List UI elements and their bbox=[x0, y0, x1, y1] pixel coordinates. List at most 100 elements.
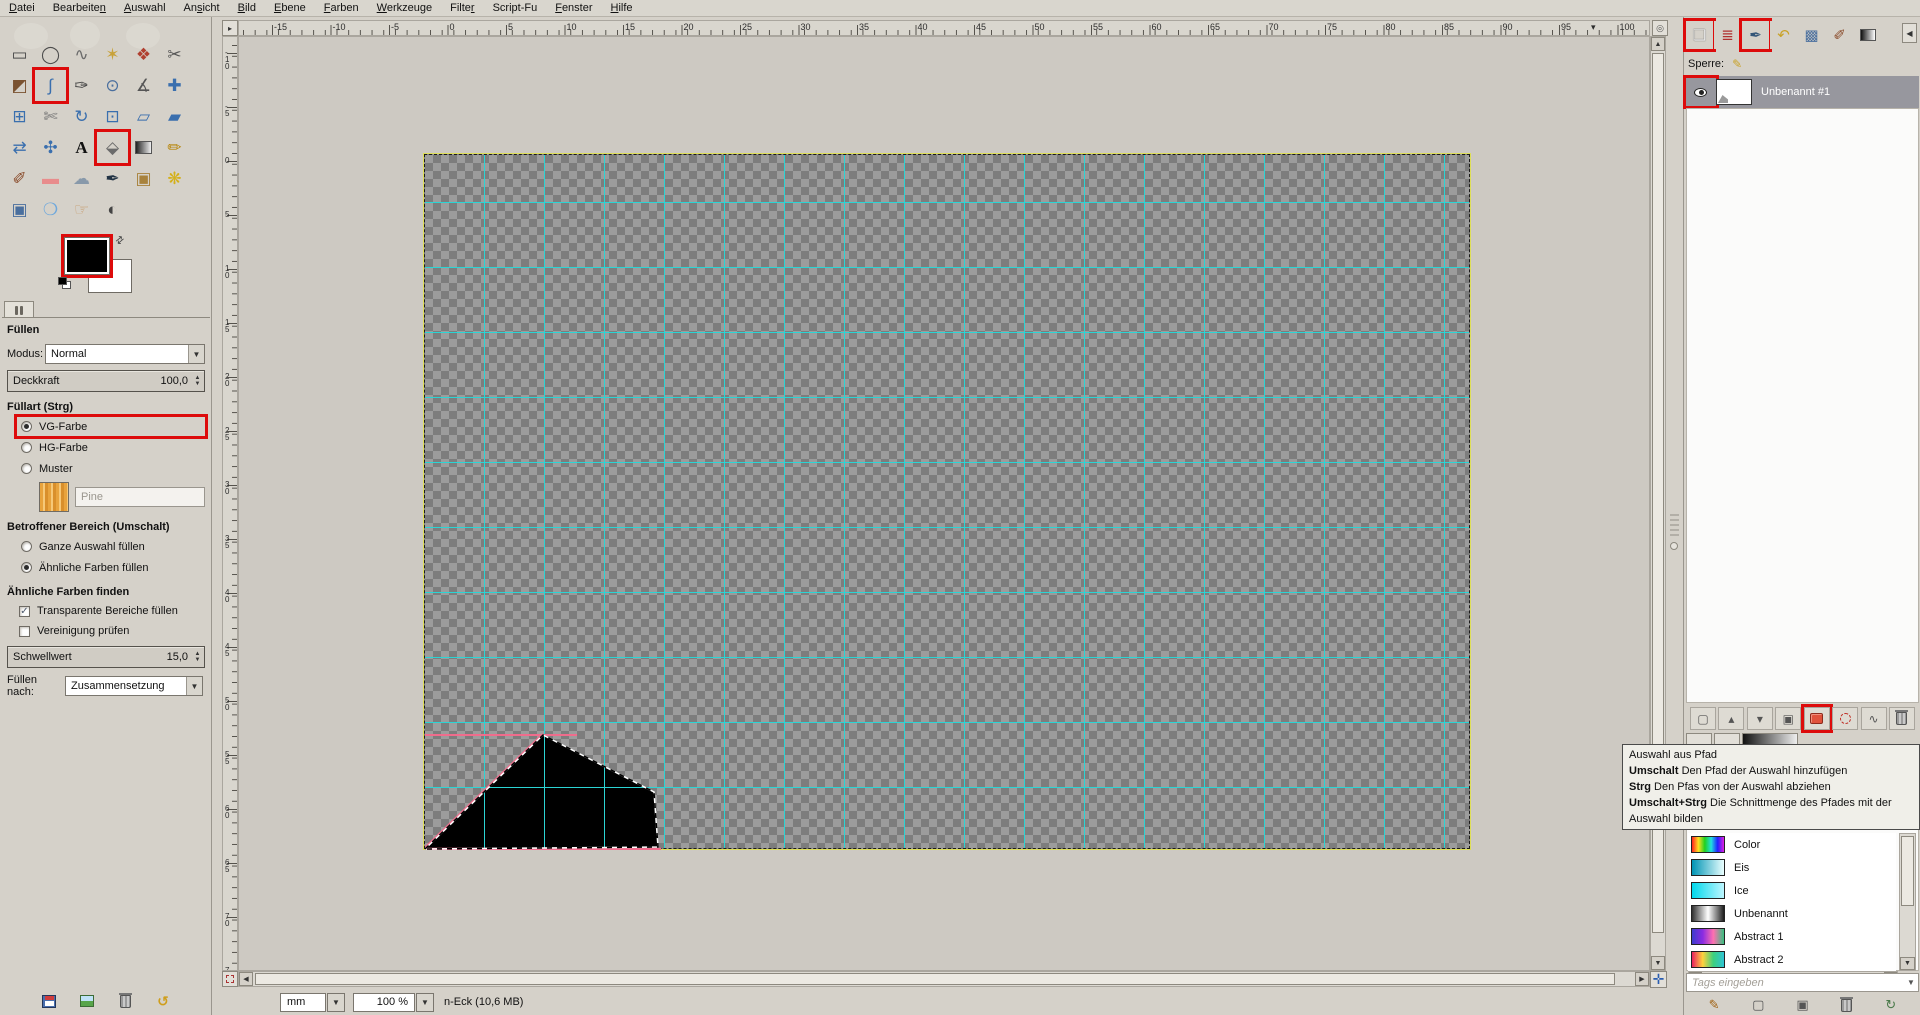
fuzzy-select-tool[interactable]: ✶ bbox=[97, 39, 128, 70]
radio-muster[interactable]: Muster bbox=[17, 459, 205, 478]
menu-auswahl[interactable]: Auswahl bbox=[115, 1, 175, 15]
checkbox-icon[interactable] bbox=[19, 626, 30, 637]
free-select-tool[interactable]: ∿ bbox=[66, 39, 97, 70]
scroll-right-icon[interactable]: ▶ bbox=[1635, 972, 1649, 986]
radio-hg-farbe[interactable]: HG-Farbe bbox=[17, 438, 205, 457]
gradient-vscrollbar[interactable]: ▼ bbox=[1899, 833, 1916, 971]
cage-transform-tool[interactable]: ✣ bbox=[35, 132, 66, 163]
gradient-item-ice[interactable]: Ice bbox=[1688, 879, 1896, 902]
ellipse-select-tool[interactable]: ◯ bbox=[35, 39, 66, 70]
vertical-scrollbar[interactable]: ▲ ▼ bbox=[1650, 36, 1666, 971]
restore-options-button[interactable] bbox=[78, 992, 96, 1010]
default-colors-icon[interactable] bbox=[58, 277, 72, 289]
align-tool[interactable]: ⊞ bbox=[4, 101, 35, 132]
layer-row[interactable]: Unbenannt #1 bbox=[1686, 76, 1919, 108]
gradient-item-color[interactable]: Color bbox=[1688, 833, 1896, 856]
scroll-down-icon[interactable]: ▼ bbox=[1651, 956, 1665, 970]
brushes-tab-icon[interactable]: ✐ bbox=[1826, 21, 1853, 49]
layer-name[interactable]: Unbenannt #1 bbox=[1761, 86, 1830, 98]
canvas[interactable] bbox=[424, 154, 1470, 849]
flip-tool[interactable]: ⇄ bbox=[4, 132, 35, 163]
radio-vg-farbe[interactable]: VG-Farbe bbox=[17, 417, 205, 436]
menu-datei[interactable]: Datei bbox=[0, 1, 44, 15]
opacity-slider[interactable]: Deckkraft 100,0 ▲▼ bbox=[7, 370, 205, 392]
menu-filter[interactable]: Filter bbox=[441, 1, 483, 15]
patterns-tab-icon[interactable]: ▩ bbox=[1798, 21, 1825, 49]
lower-path-button[interactable]: ▾ bbox=[1747, 707, 1773, 730]
undo-history-tab-icon[interactable]: ↶ bbox=[1770, 21, 1797, 49]
perspective-clone-tool[interactable]: ▣ bbox=[4, 194, 35, 225]
menu-bild[interactable]: Bild bbox=[229, 1, 265, 15]
radio-ganze-auswahl-füllen[interactable]: Ganze Auswahl füllen bbox=[17, 537, 205, 556]
color-picker-tool[interactable]: ✑ bbox=[66, 70, 97, 101]
checkbox-icon[interactable]: ✓ bbox=[19, 606, 30, 617]
rotate-tool[interactable]: ↻ bbox=[66, 101, 97, 132]
perspective-tool[interactable]: ▰ bbox=[159, 101, 190, 132]
menu-bearbeiten[interactable]: Bearbeiten bbox=[44, 1, 115, 15]
radio-icon[interactable] bbox=[21, 442, 32, 453]
paths-tab-icon[interactable]: ✒ bbox=[1742, 21, 1769, 49]
bucket-fill-tool[interactable]: ⬙ bbox=[97, 132, 128, 163]
airbrush-tool[interactable]: ☁ bbox=[66, 163, 97, 194]
refresh-gradients-button[interactable]: ↻ bbox=[1880, 996, 1902, 1014]
channels-tab-icon[interactable]: ≣ bbox=[1714, 21, 1741, 49]
unit-combo[interactable]: mm bbox=[280, 993, 326, 1012]
swap-colors-icon[interactable]: ⇄ bbox=[113, 234, 126, 248]
crop-tool[interactable]: ✄ bbox=[35, 101, 66, 132]
chevron-down-icon[interactable]: ▼ bbox=[1904, 978, 1918, 987]
spinner-icon[interactable]: ▲▼ bbox=[192, 372, 203, 390]
layer-visibility-cell[interactable] bbox=[1686, 78, 1716, 106]
foreground-color-swatch[interactable] bbox=[64, 237, 110, 275]
radio-icon[interactable] bbox=[21, 421, 32, 432]
gradient-tool[interactable] bbox=[128, 132, 159, 163]
rect-select-tool[interactable]: ▭ bbox=[4, 39, 35, 70]
foreground-select-tool[interactable]: ◩ bbox=[4, 70, 35, 101]
pattern-swatch[interactable] bbox=[39, 482, 69, 512]
measure-tool[interactable]: ∡ bbox=[128, 70, 159, 101]
layers-list[interactable] bbox=[1686, 108, 1919, 703]
quickmask-toggle[interactable] bbox=[222, 971, 238, 987]
scroll-down-icon[interactable]: ▼ bbox=[1900, 957, 1915, 970]
zoom-tool[interactable]: ⊙ bbox=[97, 70, 128, 101]
heal-tool[interactable]: ❋ bbox=[159, 163, 190, 194]
eraser-tool[interactable]: ▬ bbox=[35, 163, 66, 194]
pattern-name-entry[interactable]: Pine bbox=[75, 487, 205, 507]
mode-combo[interactable]: Normal ▼ bbox=[45, 344, 205, 364]
gradients-tab-icon[interactable] bbox=[1854, 21, 1881, 49]
duplicate-path-button[interactable]: ▣ bbox=[1775, 707, 1801, 730]
ink-tool[interactable]: ✒ bbox=[97, 163, 128, 194]
tags-entry[interactable]: Tags eingeben ▼ bbox=[1686, 973, 1919, 992]
radio-icon[interactable] bbox=[21, 463, 32, 474]
zoom-combo-arrow[interactable]: ▼ bbox=[416, 993, 434, 1012]
zoom-combo[interactable]: 100 % bbox=[353, 993, 415, 1012]
radio-icon[interactable] bbox=[21, 562, 32, 573]
shear-tool[interactable]: ▱ bbox=[128, 101, 159, 132]
delete-path-button[interactable] bbox=[1889, 707, 1915, 730]
scissors-select-tool[interactable]: ✂ bbox=[159, 39, 190, 70]
layers-tab-icon[interactable]: ❏ bbox=[1686, 21, 1713, 49]
radio-ähnliche-farben-füllen[interactable]: Ähnliche Farben füllen bbox=[17, 558, 205, 577]
horizontal-scrollbar[interactable]: ◀ ▶ bbox=[238, 971, 1650, 987]
delete-options-button[interactable] bbox=[116, 992, 134, 1010]
menu-farben[interactable]: Farben bbox=[315, 1, 368, 15]
smudge-tool[interactable]: ☞ bbox=[66, 194, 97, 225]
paintbrush-tool[interactable]: ✐ bbox=[4, 163, 35, 194]
radio-icon[interactable] bbox=[21, 541, 32, 552]
menu-ansicht[interactable]: Ansicht bbox=[175, 1, 229, 15]
zoom-follow-button[interactable]: ◎ bbox=[1652, 20, 1668, 36]
new-gradient-button[interactable]: ▢ bbox=[1747, 996, 1769, 1014]
reset-options-button[interactable]: ↺ bbox=[154, 992, 172, 1010]
spinner-icon[interactable]: ▲▼ bbox=[192, 648, 203, 666]
menu-werkzeuge[interactable]: Werkzeuge bbox=[368, 1, 441, 15]
fill-by-combo[interactable]: Zusammensetzung ▼ bbox=[65, 676, 203, 696]
gradient-item-unbenannt[interactable]: Unbenannt bbox=[1688, 902, 1896, 925]
tool-options-tab[interactable] bbox=[4, 301, 34, 318]
gradient-item-abstract-2[interactable]: Abstract 2 bbox=[1688, 948, 1896, 971]
move-tool[interactable]: ✚ bbox=[159, 70, 190, 101]
threshold-slider[interactable]: Schwellwert 15,0 ▲▼ bbox=[7, 646, 205, 668]
blur-sharpen-tool[interactable]: ❍ bbox=[35, 194, 66, 225]
new-path-button[interactable]: ▢ bbox=[1690, 707, 1716, 730]
dock-splitter[interactable] bbox=[1668, 36, 1681, 971]
pencil-tool[interactable]: ✏ bbox=[159, 132, 190, 163]
save-options-button[interactable] bbox=[40, 992, 58, 1010]
